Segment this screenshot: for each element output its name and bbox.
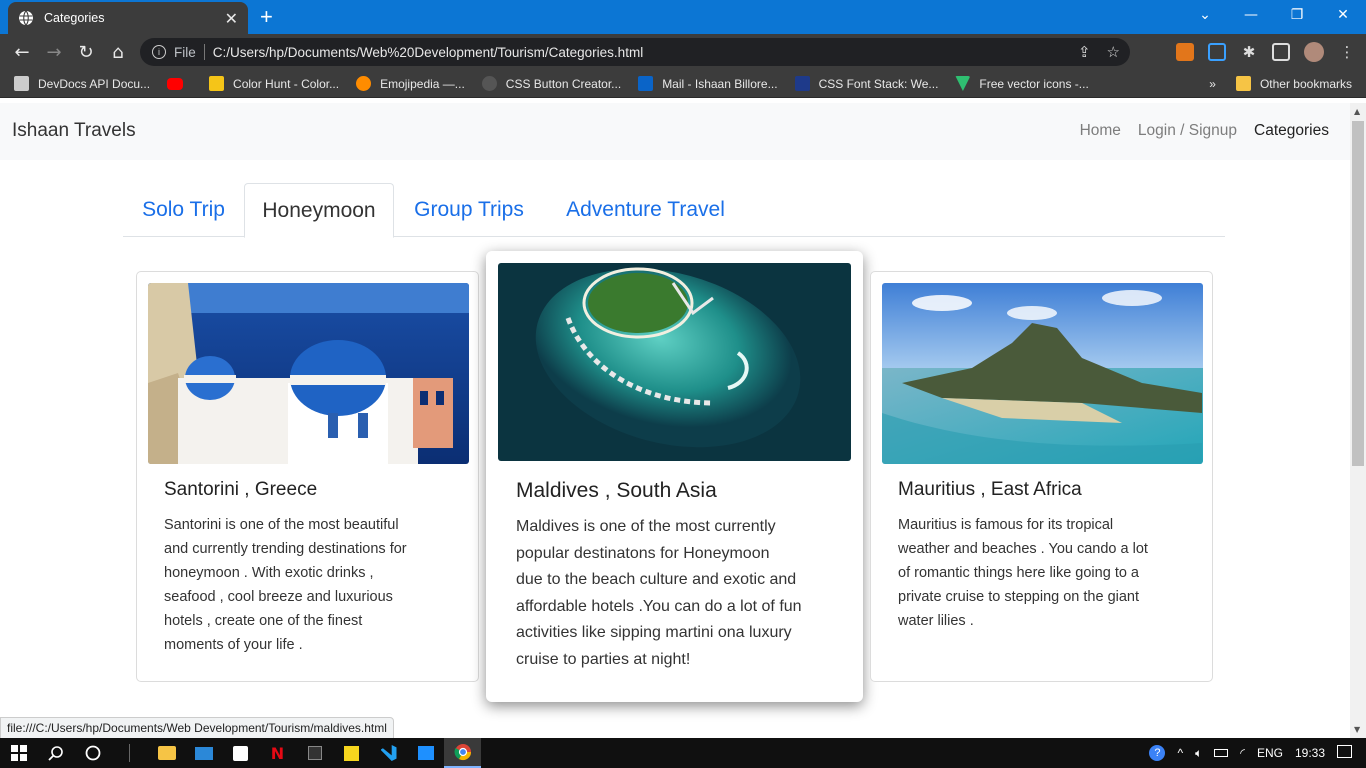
notifications-icon[interactable] (1337, 745, 1352, 761)
santorini-image (148, 283, 469, 464)
menu-kebab-icon[interactable]: ⋮ (1338, 43, 1356, 61)
url-text[interactable]: C:/Users/hp/Documents/Web%20Development/… (213, 45, 643, 60)
close-tab-icon[interactable]: ✕ (225, 9, 238, 28)
card-title: Santorini , Greece (164, 479, 318, 500)
css-font-stack-icon (794, 76, 810, 91)
browser-tab[interactable]: Categories ✕ (8, 2, 248, 34)
side-panel-icon[interactable] (1272, 43, 1290, 61)
tab-title: Categories (44, 11, 105, 25)
bookmark-item[interactable]: Free vector icons -... (955, 76, 1089, 91)
destination-card[interactable]: Santorini , Greece Santorini is one of t… (136, 271, 479, 682)
emojipedia-icon (356, 76, 372, 91)
netflix-icon[interactable]: N (259, 738, 296, 768)
wifi-icon[interactable]: ◜ (1240, 746, 1245, 760)
scroll-up-arrow-icon[interactable]: ▲ (1354, 107, 1360, 116)
other-bookmarks-folder[interactable]: Other bookmarks (1235, 76, 1352, 91)
url-separator (203, 44, 205, 60)
info-icon[interactable]: i (152, 45, 166, 59)
clock[interactable]: 19:33 (1295, 746, 1325, 760)
help-icon[interactable]: ? (1149, 745, 1166, 761)
tab-solo-trip[interactable]: Solo Trip (123, 183, 244, 237)
tab-search-icon[interactable]: ⌄ (1182, 0, 1228, 30)
screen-capture-extension-icon[interactable] (1208, 43, 1226, 61)
profile-avatar[interactable] (1304, 42, 1324, 62)
card-description: Maldives is one of the most currently po… (516, 518, 802, 668)
bookmark-item[interactable]: Mail - Ishaan Billore... (638, 76, 778, 91)
globe-icon (19, 10, 33, 26)
restore-button[interactable]: ❐ (1274, 0, 1320, 30)
page-scrollbar[interactable]: ▲ ▼ (1350, 103, 1366, 738)
search-icon[interactable] (37, 738, 74, 768)
page-viewport: Ishaan Travels Home Login / Signup Categ… (0, 103, 1350, 738)
bookmark-item[interactable]: CSS Font Stack: We... (794, 76, 938, 91)
nav-categories-link[interactable]: Categories (1254, 122, 1329, 140)
more-bookmarks-chevron-icon[interactable]: » (1209, 77, 1216, 91)
bookmark-item[interactable]: DevDocs API Docu... (14, 76, 150, 91)
new-tab-button[interactable]: + (260, 4, 273, 30)
youtube-icon (167, 77, 184, 90)
home-icon[interactable]: ⌂ (102, 36, 134, 68)
windows-taskbar: N ? ^ 🔈︎ ◜ ENG 19:33 (0, 738, 1366, 768)
card-title: Mauritius , East Africa (898, 479, 1082, 500)
vector-icons-icon (955, 76, 971, 91)
mail-icon[interactable] (185, 738, 222, 768)
status-url-tooltip: file:///C:/Users/hp/Documents/Web Develo… (0, 717, 394, 739)
color-hunt-icon (209, 76, 225, 91)
bookmark-item[interactable]: Emojipedia —... (356, 76, 465, 91)
tab-adventure-travel[interactable]: Adventure Travel (544, 183, 747, 237)
address-bar[interactable]: i File C:/Users/hp/Documents/Web%20Devel… (140, 38, 1130, 66)
nav-home-link[interactable]: Home (1080, 122, 1121, 140)
close-window-button[interactable]: ✕ (1320, 0, 1366, 30)
bookmarks-bar: DevDocs API Docu... Color Hunt - Color..… (0, 70, 1366, 98)
store-icon[interactable] (222, 738, 259, 768)
back-icon[interactable]: ← (6, 36, 38, 68)
share-icon[interactable]: ⇪ (1078, 43, 1091, 61)
site-navbar: Ishaan Travels Home Login / Signup Categ… (0, 103, 1350, 160)
browser-toolbar: ← → ↻ ⌂ i File C:/Users/hp/Documents/Web… (0, 34, 1366, 70)
maldives-image (498, 263, 851, 461)
scroll-down-arrow-icon[interactable]: ▼ (1354, 725, 1360, 734)
app-icon[interactable] (296, 738, 333, 768)
windows-start-icon[interactable] (0, 738, 37, 768)
photos-icon[interactable] (407, 738, 444, 768)
browser-title-bar: Categories ✕ + ⌄ — ❐ ✕ (0, 0, 1366, 34)
scroll-thumb[interactable] (1352, 121, 1364, 466)
sticky-notes-icon[interactable] (333, 738, 370, 768)
devdocs-icon (14, 76, 29, 91)
file-explorer-icon[interactable] (148, 738, 185, 768)
css-button-icon (481, 76, 497, 91)
bookmark-star-icon[interactable]: ☆ (1107, 43, 1120, 61)
bookmark-item[interactable]: CSS Button Creator... (481, 76, 621, 91)
battery-icon[interactable] (1214, 746, 1229, 760)
outlook-mail-icon (638, 76, 654, 91)
cortana-icon[interactable] (74, 738, 111, 768)
site-brand[interactable]: Ishaan Travels (12, 120, 136, 142)
metamask-extension-icon[interactable] (1176, 43, 1194, 61)
tray-chevron-icon[interactable]: ^ (1177, 746, 1183, 760)
forward-icon[interactable]: → (38, 36, 70, 68)
card-description: Santorini is one of the most beautiful a… (164, 517, 407, 653)
tab-group-trips[interactable]: Group Trips (394, 183, 544, 237)
destination-card[interactable]: Mauritius , East Africa Mauritius is fam… (870, 271, 1213, 682)
task-view-icon[interactable] (111, 738, 148, 768)
minimize-button[interactable]: — (1228, 0, 1274, 30)
destination-card-featured[interactable]: Maldives , South Asia Maldives is one of… (486, 251, 863, 702)
vscode-icon[interactable] (370, 738, 407, 768)
extensions-puzzle-icon[interactable]: ✱ (1240, 43, 1258, 61)
language-indicator[interactable]: ENG (1257, 746, 1283, 760)
tab-honeymoon[interactable]: Honeymoon (244, 183, 394, 238)
url-scheme: File (174, 44, 196, 60)
bookmark-item[interactable] (167, 77, 192, 90)
category-tabs: Solo Trip Honeymoon Group Trips Adventur… (123, 183, 1225, 238)
reload-icon[interactable]: ↻ (70, 36, 102, 68)
nav-login-link[interactable]: Login / Signup (1138, 122, 1237, 140)
card-title: Maldives , South Asia (516, 479, 717, 502)
folder-icon (1235, 76, 1251, 91)
volume-icon[interactable]: 🔈︎ (1195, 746, 1202, 761)
mauritius-image (882, 283, 1203, 464)
card-description: Mauritius is famous for its tropical wea… (898, 517, 1148, 629)
chrome-taskbar-icon[interactable] (444, 738, 481, 768)
bookmark-item[interactable]: Color Hunt - Color... (209, 76, 339, 91)
